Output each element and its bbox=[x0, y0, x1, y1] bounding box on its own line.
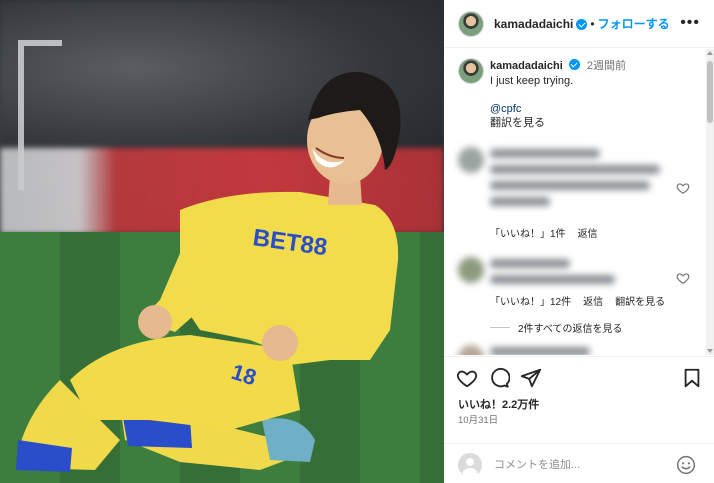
caption-timestamp[interactable]: 2週間前 bbox=[587, 60, 626, 72]
comment-translate-link[interactable]: 翻訳を見る bbox=[615, 293, 665, 308]
caption-mention-link[interactable]: @cpfc bbox=[490, 102, 700, 116]
emoji-smiley-icon[interactable] bbox=[676, 455, 696, 475]
comment-like-heart-icon[interactable] bbox=[676, 181, 690, 195]
follow-button[interactable]: フォローする bbox=[598, 15, 670, 32]
add-comment-bar bbox=[444, 443, 714, 483]
save-bookmark-icon[interactable] bbox=[681, 367, 703, 389]
scroll-up-arrow-icon[interactable] bbox=[707, 51, 713, 55]
comment-meta: 「いいね！」1件 返信 bbox=[490, 225, 598, 240]
post-photo[interactable]: 18 BET88 bbox=[0, 0, 444, 483]
current-user-avatar-icon bbox=[458, 452, 482, 477]
verified-badge-icon bbox=[576, 19, 588, 30]
scrollbar-thumb[interactable] bbox=[707, 61, 713, 123]
author-avatar[interactable] bbox=[458, 10, 484, 37]
comment-reply-button[interactable]: 返信 bbox=[578, 225, 598, 240]
caption-avatar[interactable] bbox=[458, 58, 484, 84]
caption-verified-badge-icon bbox=[568, 59, 580, 70]
separator-dot: • bbox=[590, 16, 595, 31]
more-options-icon[interactable]: ••• bbox=[680, 14, 700, 32]
comment-reply-button[interactable]: 返信 bbox=[583, 293, 603, 308]
post-header: kamadadaichi • フォローする ••• bbox=[444, 0, 714, 48]
comment-meta: 「いいね！」12件 返信 翻訳を見る bbox=[490, 293, 665, 308]
post-side-panel: kamadadaichi • フォローする ••• kamadadaichi 2… bbox=[444, 0, 714, 483]
post-actions: いいね！2.2万件 10月31日 bbox=[444, 356, 714, 483]
comments-list[interactable]: kamadadaichi 2週間前 I just keep trying. @c… bbox=[444, 49, 706, 355]
author-username[interactable]: kamadadaichi bbox=[494, 17, 573, 31]
view-replies-label: 2件すべての返信を見る bbox=[518, 324, 623, 335]
comments-scrollbar[interactable] bbox=[706, 49, 714, 355]
comment-bubble-icon[interactable] bbox=[488, 367, 510, 389]
add-comment-input[interactable] bbox=[494, 458, 674, 471]
comment-like-heart-icon[interactable] bbox=[676, 271, 690, 285]
comment-likes-count[interactable]: 「いいね！」12件 bbox=[490, 293, 571, 308]
player-figure: 18 BET88 bbox=[16, 71, 401, 472]
caption-translate-link[interactable]: 翻訳を見る bbox=[490, 116, 700, 130]
like-heart-icon[interactable] bbox=[456, 367, 478, 389]
caption-text: I just keep trying. bbox=[490, 75, 574, 87]
share-paper-plane-icon[interactable] bbox=[520, 367, 542, 389]
post-date[interactable]: 10月31日 bbox=[458, 412, 498, 426]
scroll-down-arrow-icon[interactable] bbox=[707, 349, 713, 353]
likes-count[interactable]: いいね！2.2万件 bbox=[458, 396, 539, 412]
caption-username[interactable]: kamadadaichi bbox=[490, 60, 563, 72]
comment-likes-count[interactable]: 「いいね！」1件 bbox=[490, 225, 566, 240]
replies-divider-line bbox=[490, 327, 510, 328]
view-replies-button[interactable]: 2件すべての返信を見る bbox=[490, 320, 622, 335]
